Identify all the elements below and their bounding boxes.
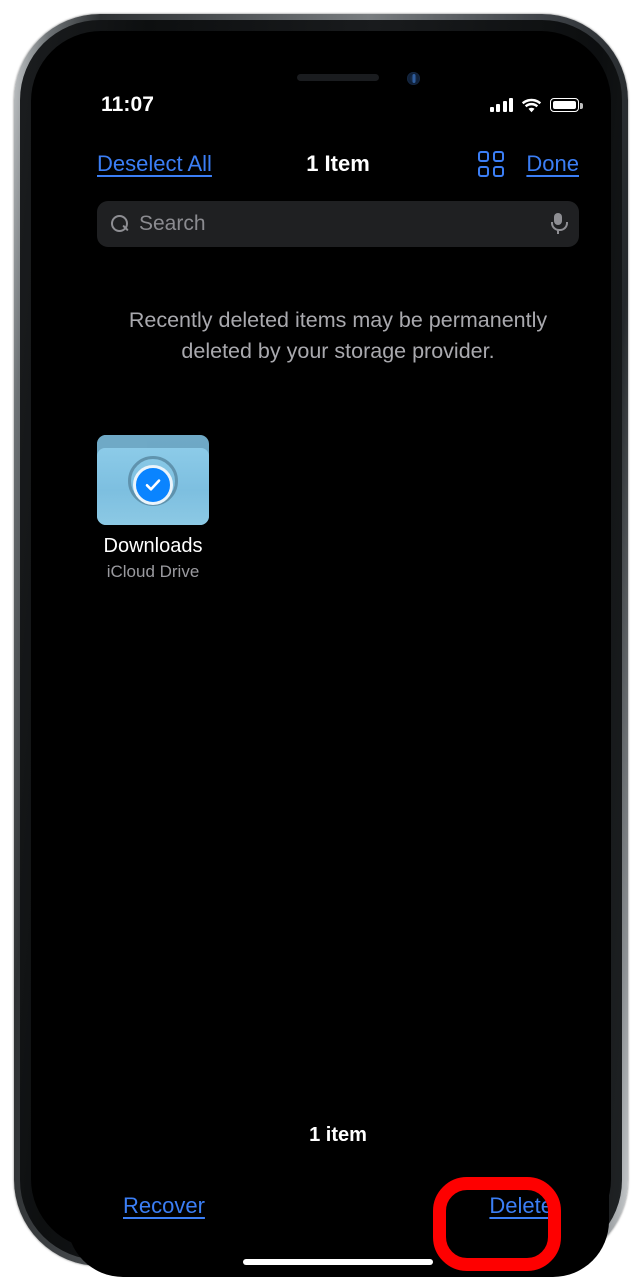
wifi-icon (521, 98, 542, 113)
recover-button[interactable]: Recover (123, 1193, 205, 1219)
done-button[interactable]: Done (526, 151, 579, 177)
search-icon (111, 215, 129, 233)
bottom-toolbar: Recover Delete (67, 1193, 609, 1219)
folder-icon (97, 435, 209, 525)
screenshot-stage: 11:07 Deselect All 1 Item Done Search Re… (0, 0, 642, 1280)
home-indicator[interactable] (243, 1259, 433, 1265)
file-grid: Downloads iCloud Drive (67, 435, 609, 582)
grid-view-icon[interactable] (478, 151, 505, 177)
status-bar-indicators (489, 98, 583, 113)
search-placeholder: Search (139, 212, 206, 235)
recently-deleted-notice: Recently deleted items may be permanentl… (128, 308, 548, 363)
phone-bezel: 11:07 Deselect All 1 Item Done Search Re… (31, 31, 611, 1277)
phone-frame: 11:07 Deselect All 1 Item Done Search Re… (14, 14, 628, 1277)
delete-button[interactable]: Delete (489, 1193, 553, 1219)
notch (230, 65, 446, 95)
deselect-all-button[interactable]: Deselect All (97, 151, 212, 176)
phone-screen: 11:07 Deselect All 1 Item Done Search Re… (67, 65, 609, 1277)
item-count-label: 1 item (309, 1124, 367, 1146)
grid-item-sublabel: iCloud Drive (106, 562, 200, 581)
phone-frame-inner: 11:07 Deselect All 1 Item Done Search Re… (20, 20, 622, 1277)
search-input[interactable]: Search (97, 201, 579, 247)
front-camera-icon (407, 72, 420, 85)
search-bar-container: Search (67, 201, 609, 247)
battery-full-icon (550, 98, 583, 112)
status-bar-clock: 11:07 (101, 93, 155, 116)
cellular-bars-icon (489, 98, 513, 112)
annotation-highlight-delete (433, 1177, 561, 1271)
grid-item-label: Downloads (103, 535, 203, 557)
checkmark-selected-icon (133, 465, 173, 506)
microphone-icon[interactable] (550, 213, 568, 235)
earpiece-speaker-icon (297, 74, 379, 81)
grid-item-downloads[interactable]: Downloads iCloud Drive (93, 435, 213, 582)
navigation-bar: Deselect All 1 Item Done (67, 137, 609, 191)
